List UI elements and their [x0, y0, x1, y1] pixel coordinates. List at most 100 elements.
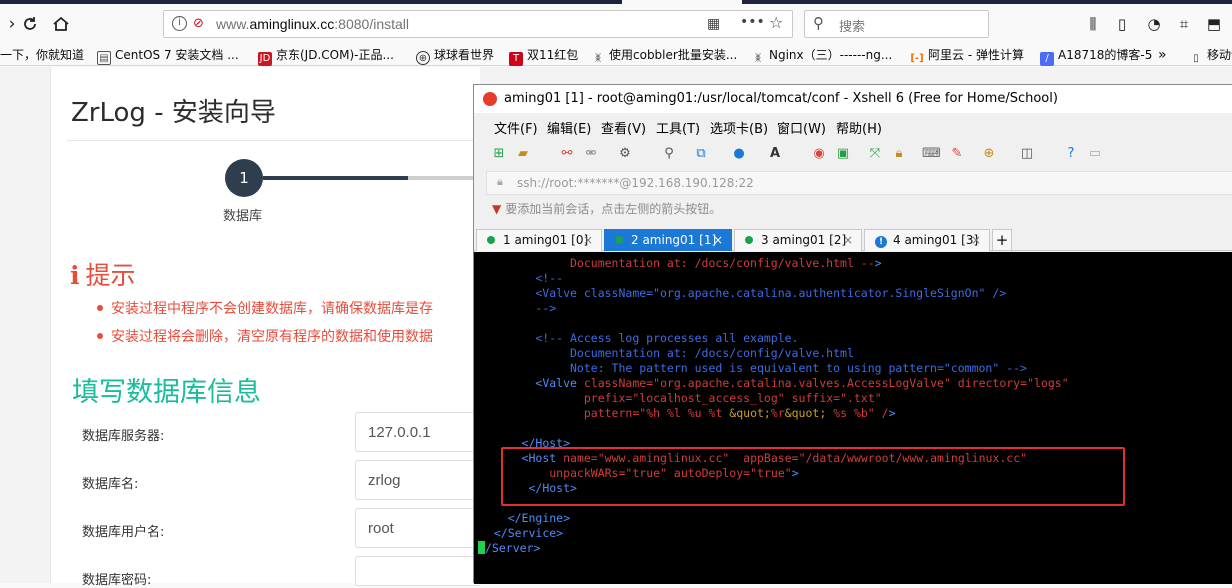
search-icon: ⚲	[813, 14, 824, 32]
bookmark-item[interactable]: ▯移动设	[1189, 46, 1232, 64]
jd-icon: JD	[258, 52, 272, 66]
home-icon[interactable]	[49, 12, 73, 36]
tip-item: 安装过程将会删除，清空原有程序的数据和使用数据	[97, 326, 480, 346]
terminal-line: <!-- Access log processes all example.	[480, 331, 799, 345]
url-bar[interactable]: i ⊘ www.aminglinux.cc:8080/install ▦ •••…	[163, 10, 793, 38]
bookmark-item[interactable]: ⊕ 球球看世界	[416, 46, 494, 65]
bookmark-item[interactable]: 一下，你就知道	[0, 46, 84, 64]
address-bar[interactable]: 🔒︎ ssh://root:*******@192.168.190.128:22	[486, 171, 1232, 195]
terminal-cursor	[478, 541, 485, 554]
more-bookmarks-button[interactable]: »	[1158, 46, 1167, 64]
split-icon[interactable]: ◫	[1018, 145, 1036, 163]
db-name-input[interactable]: zrlog	[355, 460, 480, 500]
more-icon[interactable]: •••	[740, 14, 765, 30]
bookmark-item[interactable]: JD 京东(JD.COM)-正品...	[258, 46, 394, 66]
lock-icon[interactable]: 🔒︎	[890, 145, 908, 163]
terminal-line: pattern="%h %l %u %t &quot;%r&quot; %s %…	[480, 406, 896, 420]
field-label: 数据库服务器:	[82, 429, 165, 444]
chat-icon[interactable]: ▭	[1086, 145, 1104, 163]
tab-aming01-0[interactable]: 1 aming01 [0] ×	[476, 229, 602, 251]
form-title: 填写数据库信息	[72, 377, 261, 408]
sidebar-icon[interactable]: ▯	[1110, 12, 1134, 36]
menu-view[interactable]: 查看(V)	[601, 118, 646, 137]
bookmark-item[interactable]: ▤ CentOS 7 安装文档 ...	[97, 46, 239, 65]
progress-bar-remaining	[408, 176, 480, 180]
browser-navbar: › i ⊘ www.aminglinux.cc:8080/install ▦ •…	[0, 4, 1232, 44]
search-input[interactable]: ⚲ 搜索	[804, 10, 989, 38]
menu-file[interactable]: 文件(F)	[494, 118, 538, 137]
menu-tabs[interactable]: 选项卡(B)	[710, 118, 768, 137]
xshell-titlebar[interactable]: aming01 [1] - root@aming01:/usr/local/to…	[474, 85, 1232, 113]
close-icon[interactable]: ×	[713, 233, 723, 247]
disconnect-icon[interactable]: ⚮	[582, 145, 600, 163]
open-folder-icon[interactable]: ▰	[514, 145, 532, 163]
tab-aming01-1[interactable]: 2 aming01 [1] ×	[604, 229, 732, 251]
installer-panel	[50, 67, 480, 583]
terminal-line: </Service>	[493, 526, 564, 540]
tab-aming01-3[interactable]: ! 4 aming01 [3] ×	[864, 229, 990, 251]
close-icon[interactable]: ×	[843, 233, 853, 247]
tab-aming01-2[interactable]: 3 aming01 [2] ×	[734, 229, 862, 251]
globe-icon[interactable]: ●	[730, 145, 748, 163]
connected-icon	[615, 236, 623, 244]
keyboard-icon[interactable]: ⌨	[922, 145, 941, 163]
terminal-line: Note: The pattern used is equivalent to …	[480, 361, 1027, 375]
globe-icon: ⊕	[416, 51, 430, 65]
tip-item: 安装过程中程序不会创建数据库，请确保数据库是存	[97, 298, 480, 318]
help-icon[interactable]: ?	[1062, 145, 1080, 163]
highlight-icon[interactable]: ✎	[948, 145, 966, 163]
library-icon[interactable]: ⫼	[1081, 12, 1105, 36]
add-folder-icon[interactable]: ⊕	[980, 145, 998, 163]
qr-icon[interactable]: ▦	[707, 16, 720, 32]
url-text[interactable]: www.aminglinux.cc:8080/install	[216, 16, 409, 32]
aliyun-icon: [-]	[910, 53, 924, 64]
db-user-input[interactable]: root	[355, 508, 480, 548]
properties-icon[interactable]: ⚙	[616, 145, 634, 163]
alert-icon: !	[875, 236, 887, 248]
fullscreen-icon[interactable]: ⤧	[866, 145, 884, 163]
connected-icon	[745, 236, 753, 244]
terminal-line: </Engine>	[507, 511, 571, 525]
grid-icon: ▤	[97, 51, 111, 65]
bookmark-item[interactable]: ᛤ Nginx（三）------ng...	[751, 46, 892, 64]
close-icon[interactable]: ×	[583, 233, 593, 247]
toolbar: ⊞ ▰ ⚯ ⚮ ⚙ ⚲ ⧉ ● A ◉ ▣ ⤧ 🔒︎ ⌨ ✎ ⊕ ◫ ? ▭	[474, 139, 1232, 169]
star-icon[interactable]: ☆	[769, 13, 783, 32]
menu-tools[interactable]: 工具(T)	[656, 118, 700, 137]
menu-bar: 文件(F) 编辑(E) 查看(V) 工具(T) 选项卡(B) 窗口(W) 帮助(…	[474, 113, 1232, 139]
fox-icon: ᛤ	[755, 53, 761, 64]
font-icon[interactable]: A	[766, 145, 784, 163]
terminal-line: <Host name="www.aminglinux.cc" appBase="…	[521, 451, 1028, 465]
window-title: aming01 [1] - root@aming01:/usr/local/to…	[504, 91, 1058, 106]
bookmark-item[interactable]: [-] 阿里云 - 弹性计算	[910, 46, 1024, 64]
info-icon: ℹ	[70, 261, 80, 290]
xshell-window: aming01 [1] - root@aming01:/usr/local/to…	[473, 84, 1232, 584]
terminal[interactable]: Documentation at: /docs/config/valve.htm…	[474, 252, 1232, 584]
screenshot-icon[interactable]: ⌗	[1172, 12, 1196, 36]
layout-icon[interactable]: ⧉	[692, 145, 710, 163]
bookmark-item[interactable]: / A18718的博客-5	[1040, 46, 1152, 66]
bookmark-icon[interactable]: ▼	[492, 202, 501, 216]
info-icon[interactable]: i	[172, 16, 187, 31]
db-password-input[interactable]	[355, 556, 480, 586]
close-icon[interactable]: ×	[971, 233, 981, 247]
menu-help[interactable]: 帮助(H)	[836, 118, 882, 137]
add-tab-button[interactable]: +	[992, 229, 1012, 251]
progress-bar-done	[263, 176, 408, 180]
account-icon[interactable]: ◔	[1142, 12, 1166, 36]
db-server-input[interactable]: 127.0.0.1	[355, 412, 480, 452]
find-icon[interactable]: ⚲	[660, 145, 678, 163]
xshell-red-icon[interactable]: ◉	[810, 145, 828, 163]
bookmark-item[interactable]: T 双11红包	[509, 46, 578, 66]
menu-edit[interactable]: 编辑(E)	[547, 118, 591, 137]
bookmark-item[interactable]: ᛤ 使用cobbler批量安装...	[591, 46, 737, 64]
extension-icon[interactable]: ⬒	[1202, 12, 1226, 36]
fox-icon: ᛤ	[595, 53, 601, 64]
insecure-lock-icon[interactable]: ⊘	[193, 16, 204, 31]
new-session-icon[interactable]: ⊞	[490, 145, 508, 163]
reconnect-icon[interactable]: ⚯	[558, 145, 576, 163]
xftp-icon[interactable]: ▣	[834, 145, 852, 163]
reload-icon[interactable]	[18, 12, 42, 36]
terminal-line: <!--	[480, 271, 564, 285]
menu-window[interactable]: 窗口(W)	[777, 118, 826, 137]
